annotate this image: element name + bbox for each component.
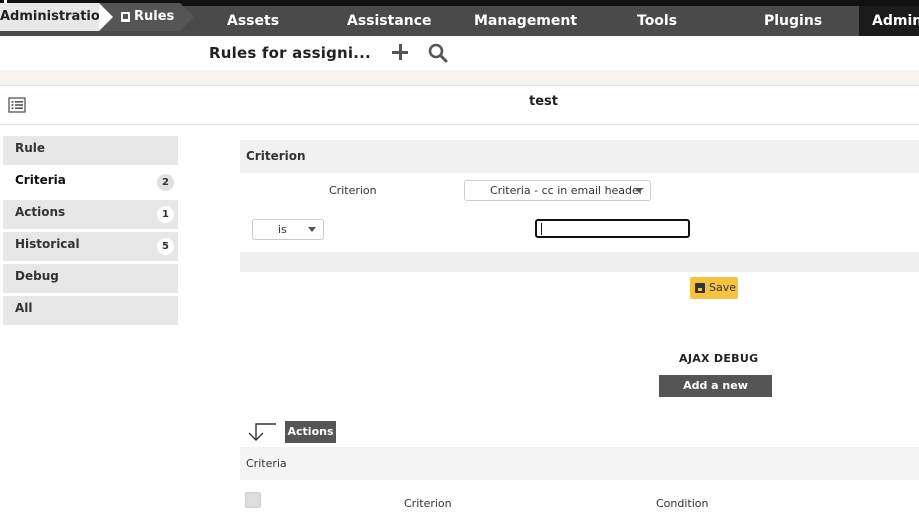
breadcrumb-rules[interactable]: Rules (99, 3, 194, 31)
tab-label: Actions (15, 205, 66, 219)
select-all-checkbox[interactable] (245, 492, 261, 508)
tab-rule[interactable]: Rule (3, 136, 178, 165)
count-badge: 5 (157, 238, 174, 255)
count-badge: 1 (157, 206, 174, 223)
massive-actions-button[interactable]: Actions (285, 421, 336, 443)
column-header-criterion[interactable]: Criterion (404, 497, 452, 510)
page-title[interactable]: Rules for assigni... (209, 44, 371, 62)
list-icon[interactable] (8, 97, 26, 113)
add-criterion-button[interactable]: Add a new criterion (659, 375, 772, 414)
criterion-form-header: Criterion (240, 140, 919, 173)
breadcrumb-rules-label: Rules (134, 9, 175, 24)
nav-assistance[interactable]: Assistance (347, 6, 432, 36)
operator-select[interactable]: is (252, 219, 324, 240)
tab-label: All (15, 301, 33, 315)
caret-down-icon (635, 188, 643, 193)
book-icon (121, 12, 130, 22)
save-button-label: Save (709, 281, 737, 294)
nav-administration[interactable]: Admin (859, 6, 919, 36)
criterion-select[interactable]: Criteria - cc in email header (464, 180, 651, 201)
nav-assets[interactable]: Assets (227, 6, 279, 36)
tab-actions[interactable]: Actions 1 (3, 200, 178, 229)
tab-label: Historical (15, 237, 80, 251)
tab-label: Debug (15, 269, 59, 283)
nav-management[interactable]: Management (474, 6, 577, 36)
form-footer-bar (240, 252, 919, 272)
breadcrumb (0, 36, 919, 70)
save-icon (695, 283, 705, 293)
criteria-list-columns (240, 480, 919, 525)
nav-plugins[interactable]: Plugins (764, 6, 822, 36)
nav-tools[interactable]: Tools (637, 6, 677, 36)
breadcrumb-administration[interactable]: Administration (0, 3, 122, 31)
arrow-return-icon (248, 423, 276, 441)
save-button[interactable]: Save (690, 277, 738, 299)
tab-criteria[interactable]: Criteria 2 (3, 168, 178, 197)
add-icon[interactable] (390, 42, 410, 62)
criterion-label: Criterion (329, 184, 377, 197)
tab-label: Rule (15, 141, 46, 155)
object-header (0, 86, 919, 125)
operator-select-value: is (278, 223, 287, 236)
tab-label: Criteria (15, 173, 66, 187)
text-cursor (541, 223, 542, 235)
breadcrumb-administration-label: Administration (0, 9, 110, 24)
object-name: test (529, 94, 558, 109)
column-header-condition[interactable]: Condition (656, 497, 709, 510)
criteria-list-header: Criteria (240, 447, 919, 480)
caret-down-icon (308, 227, 316, 232)
tab-list: Rule Criteria 2 Actions 1 Historical 5 D… (3, 136, 178, 328)
tab-debug[interactable]: Debug (3, 264, 178, 293)
tab-historical[interactable]: Historical 5 (3, 232, 178, 261)
search-icon[interactable] (428, 43, 448, 63)
count-badge: 2 (157, 174, 174, 191)
ajax-debug-link[interactable]: AJAX DEBUG (679, 352, 758, 365)
criterion-select-value: Criteria - cc in email header (490, 184, 644, 197)
tab-all[interactable]: All (3, 296, 178, 325)
header-stripe (0, 70, 919, 86)
pattern-input[interactable] (535, 219, 690, 238)
